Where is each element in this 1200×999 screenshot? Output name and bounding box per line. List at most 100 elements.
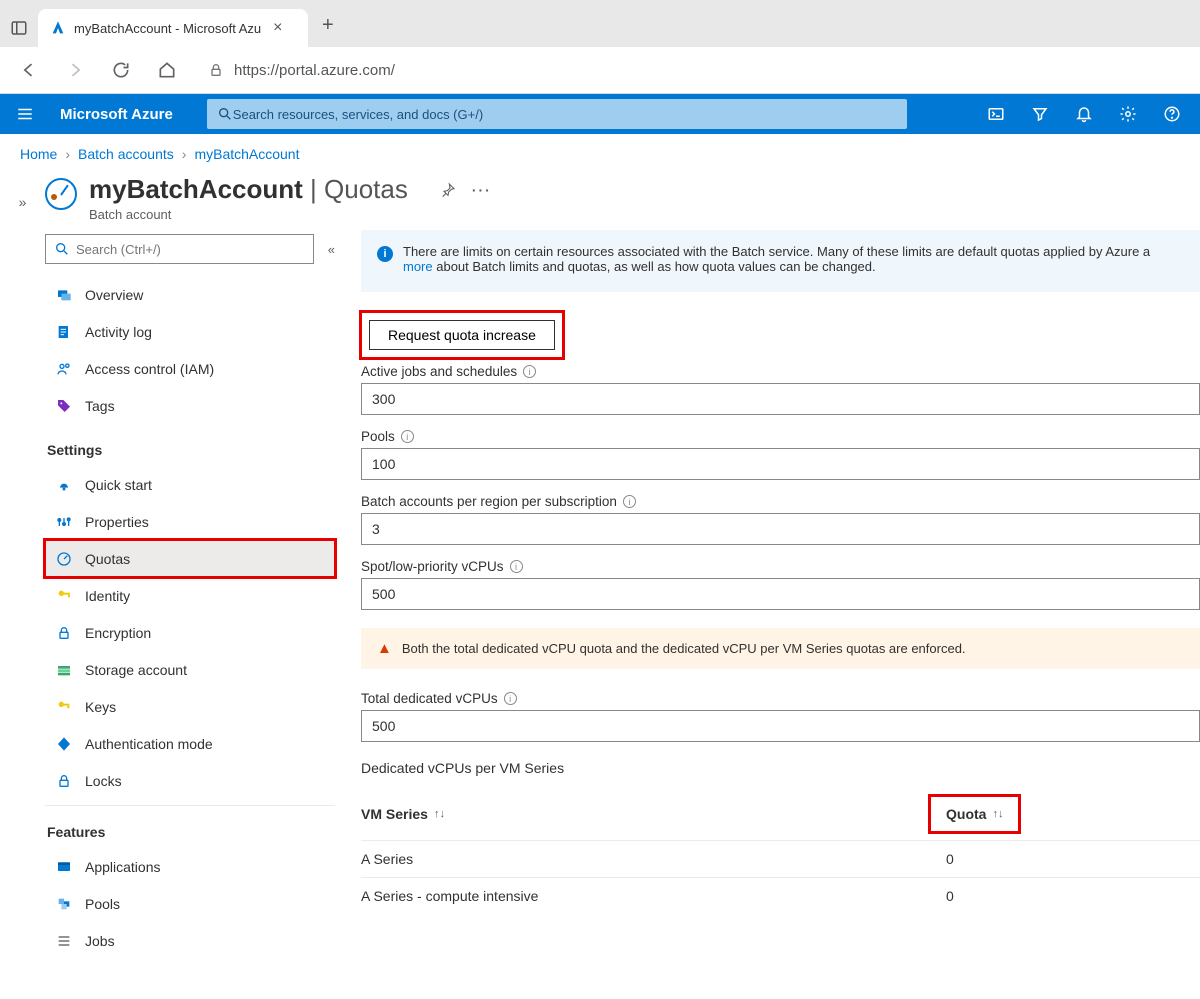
field-value-active-jobs[interactable]: 300 [361,383,1200,415]
refresh-button[interactable] [106,55,136,85]
identity-icon [55,587,73,605]
page-header: myBatchAccount | Quotas Batch account ··… [45,174,1200,230]
info-tooltip-icon[interactable]: i [623,495,636,508]
learn-more-link[interactable]: more [403,259,433,274]
quick-start-icon [55,476,73,494]
warning-icon: ▲ [377,640,392,657]
info-tooltip-icon[interactable]: i [401,430,414,443]
sidebar-item-jobs[interactable]: Jobs [45,922,335,959]
sidebar-item-label: Jobs [85,933,115,949]
keys-icon [55,698,73,716]
info-icon: i [377,246,393,262]
help-icon[interactable] [1150,94,1194,134]
sidebar-item-pools[interactable]: Pools [45,885,335,922]
info-tooltip-icon[interactable]: i [504,692,517,705]
search-icon [217,106,233,122]
global-search-box[interactable] [207,99,907,129]
sidebar-item-label: Overview [85,287,143,303]
sidebar-item-storage-account[interactable]: Storage account [45,651,335,688]
overview-icon [55,286,73,304]
sidebar-item-quick-start[interactable]: Quick start [45,466,335,503]
collapse-breadcrumb-button[interactable]: » [0,174,45,999]
row-vm-series: A Series [361,851,930,867]
sidebar-item-label: Authentication mode [85,736,213,752]
portal-menu-button[interactable] [0,105,50,123]
sidebar-item-label: Pools [85,896,120,912]
sidebar-item-identity[interactable]: Identity [45,577,335,614]
field-label-pools: Pools i [361,429,1200,444]
storage-icon [55,661,73,679]
sidebar-item-keys[interactable]: Keys [45,688,335,725]
info-tooltip-icon[interactable]: i [523,365,536,378]
tab-title: myBatchAccount - Microsoft Azu [74,21,261,36]
chevron-right-icon: › [65,146,70,162]
info-banner: i There are limits on certain resources … [361,230,1200,292]
browser-tab[interactable]: myBatchAccount - Microsoft Azu × [38,9,308,47]
sidebar-item-applications[interactable]: Applications [45,848,335,885]
sidebar-item-properties[interactable]: Properties [45,503,335,540]
breadcrumb-batch-accounts[interactable]: Batch accounts [78,146,174,162]
sidebar-item-encryption[interactable]: Encryption [45,614,335,651]
sidebar-item-label: Quick start [85,477,152,493]
info-tooltip-icon[interactable]: i [510,560,523,573]
resource-sidebar: « Overview Activity log Access control (… [45,230,335,999]
home-button[interactable] [152,55,182,85]
sidebar-item-overview[interactable]: Overview [45,276,335,313]
sidebar-item-label: Storage account [85,662,187,678]
notifications-icon[interactable] [1062,94,1106,134]
breadcrumb-home[interactable]: Home [20,146,57,162]
cloud-shell-icon[interactable] [974,94,1018,134]
settings-icon[interactable] [1106,94,1150,134]
row-quota: 0 [930,851,1200,867]
sidebar-search-input[interactable] [76,242,305,257]
auth-mode-icon [55,735,73,753]
sidebar-item-label: Applications [85,859,161,875]
field-value-total-vcpus[interactable]: 500 [361,710,1200,742]
field-value-batch-accounts[interactable]: 3 [361,513,1200,545]
url-text: https://portal.azure.com/ [234,62,395,79]
table-row[interactable]: A Series - compute intensive 0 [361,877,1200,914]
properties-icon [55,513,73,531]
field-value-pools[interactable]: 100 [361,448,1200,480]
collapse-sidebar-button[interactable]: « [328,242,335,257]
search-icon [54,241,70,257]
back-button[interactable] [14,55,44,85]
sidebar-item-quotas[interactable]: Quotas [45,540,335,577]
locks-icon [55,772,73,790]
table-header-vm-series[interactable]: VM Series ↑↓ [361,796,930,832]
sidebar-search-box[interactable] [45,234,314,264]
pin-icon[interactable] [440,182,456,198]
sidebar-item-locks[interactable]: Locks [45,762,335,799]
sidebar-item-access-control[interactable]: Access control (IAM) [45,350,335,387]
pools-icon [55,895,73,913]
more-icon[interactable]: ··· [472,182,492,198]
browser-tab-bar: myBatchAccount - Microsoft Azu × + [0,0,1200,47]
activity-log-icon [55,323,73,341]
warning-banner: ▲ Both the total dedicated vCPU quota an… [361,628,1200,669]
info-text: There are limits on certain resources as… [403,244,1150,278]
sidebar-item-label: Access control (IAM) [85,361,214,377]
tab-close-button[interactable]: × [269,19,286,37]
new-tab-button[interactable]: + [308,14,348,47]
table-header-quota[interactable]: Quota ↑↓ [930,796,1019,832]
gauge-icon [45,178,77,210]
url-field[interactable]: https://portal.azure.com/ [198,62,1186,79]
main-content: i There are limits on certain resources … [335,230,1200,999]
sidebar-item-activity-log[interactable]: Activity log [45,313,335,350]
field-value-spot-vcpus[interactable]: 500 [361,578,1200,610]
table-header: VM Series ↑↓ Quota ↑↓ [361,788,1200,840]
table-row[interactable]: A Series 0 [361,840,1200,877]
directory-filter-icon[interactable] [1018,94,1062,134]
brand-label[interactable]: Microsoft Azure [50,106,197,123]
sort-icon: ↑↓ [992,808,1003,820]
breadcrumb-current[interactable]: myBatchAccount [194,146,299,162]
sidebar-item-authentication-mode[interactable]: Authentication mode [45,725,335,762]
applications-icon [55,858,73,876]
global-search-input[interactable] [233,107,897,122]
sidebar-item-label: Encryption [85,625,151,641]
jobs-icon [55,932,73,950]
request-quota-increase-button[interactable]: Request quota increase [369,320,555,350]
sidebar-toggle-icon[interactable] [10,19,28,37]
chevron-right-icon: › [182,146,187,162]
sidebar-item-tags[interactable]: Tags [45,387,335,424]
